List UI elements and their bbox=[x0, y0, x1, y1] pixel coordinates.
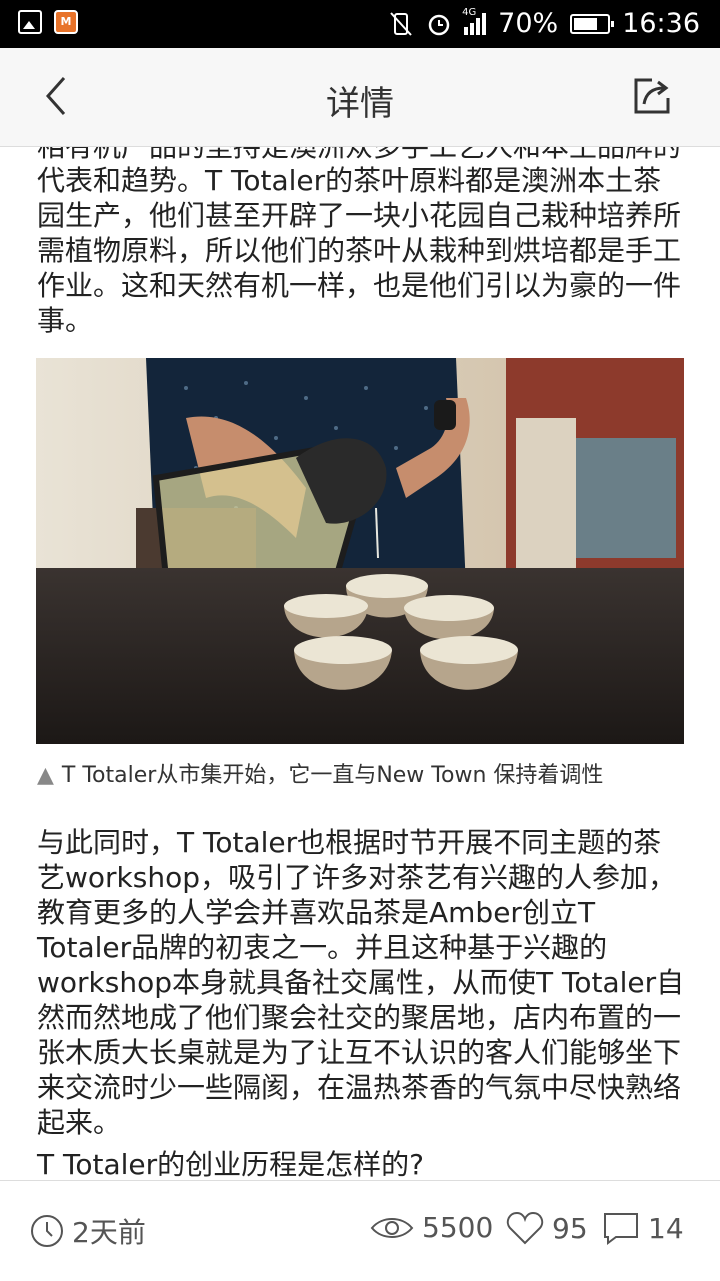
battery-percent: 70% bbox=[498, 8, 559, 39]
caption-triangle-icon: ▲ bbox=[37, 763, 54, 788]
page-title: 详情 bbox=[326, 84, 394, 124]
caption-text: T Totaler从市集开始，它一直与New Town 保持着调性 bbox=[61, 763, 604, 788]
clock-time: 16:36 bbox=[622, 8, 700, 39]
clock-icon bbox=[31, 1215, 63, 1247]
top-nav-bar: 详情 bbox=[0, 48, 720, 147]
time-ago-text: 2天前 bbox=[72, 1216, 146, 1249]
article-content[interactable]: 相有机产品的坚持是澳洲众多手工艺人和本土品牌的 代表和趋势。T Totaler的… bbox=[0, 147, 720, 1180]
article-photo[interactable] bbox=[36, 358, 684, 744]
battery-icon bbox=[570, 13, 615, 34]
vibrate-icon bbox=[390, 11, 412, 36]
likes-text: 95 bbox=[552, 1211, 588, 1245]
network-type: 4G bbox=[462, 6, 477, 18]
paragraph-partial: 相有机产品的坚持是澳洲众多手工艺人和本土品牌的 bbox=[37, 147, 685, 164]
article-subheading: T Totaler的创业历程是怎样的? bbox=[37, 1148, 424, 1180]
share-icon[interactable] bbox=[630, 74, 674, 118]
article-paragraph-2: 与此同时，T Totaler也根据时节开展不同主题的茶艺workshop，吸引了… bbox=[37, 826, 685, 1139]
bottom-stats-bar: 2天前 5500 95 14 bbox=[0, 1180, 720, 1281]
signal-icon: 4G bbox=[462, 7, 487, 35]
like-button[interactable]: 95 bbox=[506, 1211, 588, 1245]
alarm-icon bbox=[428, 14, 450, 35]
status-bar: M 4G 70% 16:36 bbox=[0, 0, 720, 48]
article-paragraph-1: 代表和趋势。T Totaler的茶叶原料都是澳洲本土茶园生产，他们甚至开辟了一块… bbox=[37, 164, 682, 337]
gallery-notification-icon bbox=[18, 10, 42, 34]
comment-button[interactable]: 14 bbox=[602, 1211, 684, 1245]
comment-icon[interactable] bbox=[602, 1211, 640, 1245]
heart-icon[interactable] bbox=[506, 1211, 544, 1245]
views-text: 5500 bbox=[422, 1211, 494, 1244]
image-caption: ▲ T Totaler从市集开始，它一直与New Town 保持着调性 bbox=[37, 757, 603, 789]
app-notification-icon: M bbox=[54, 10, 78, 34]
eye-icon bbox=[370, 1217, 414, 1238]
comments-text: 14 bbox=[648, 1211, 684, 1245]
view-count: 5500 bbox=[370, 1211, 493, 1244]
publish-time: 2天前 bbox=[30, 1211, 146, 1251]
